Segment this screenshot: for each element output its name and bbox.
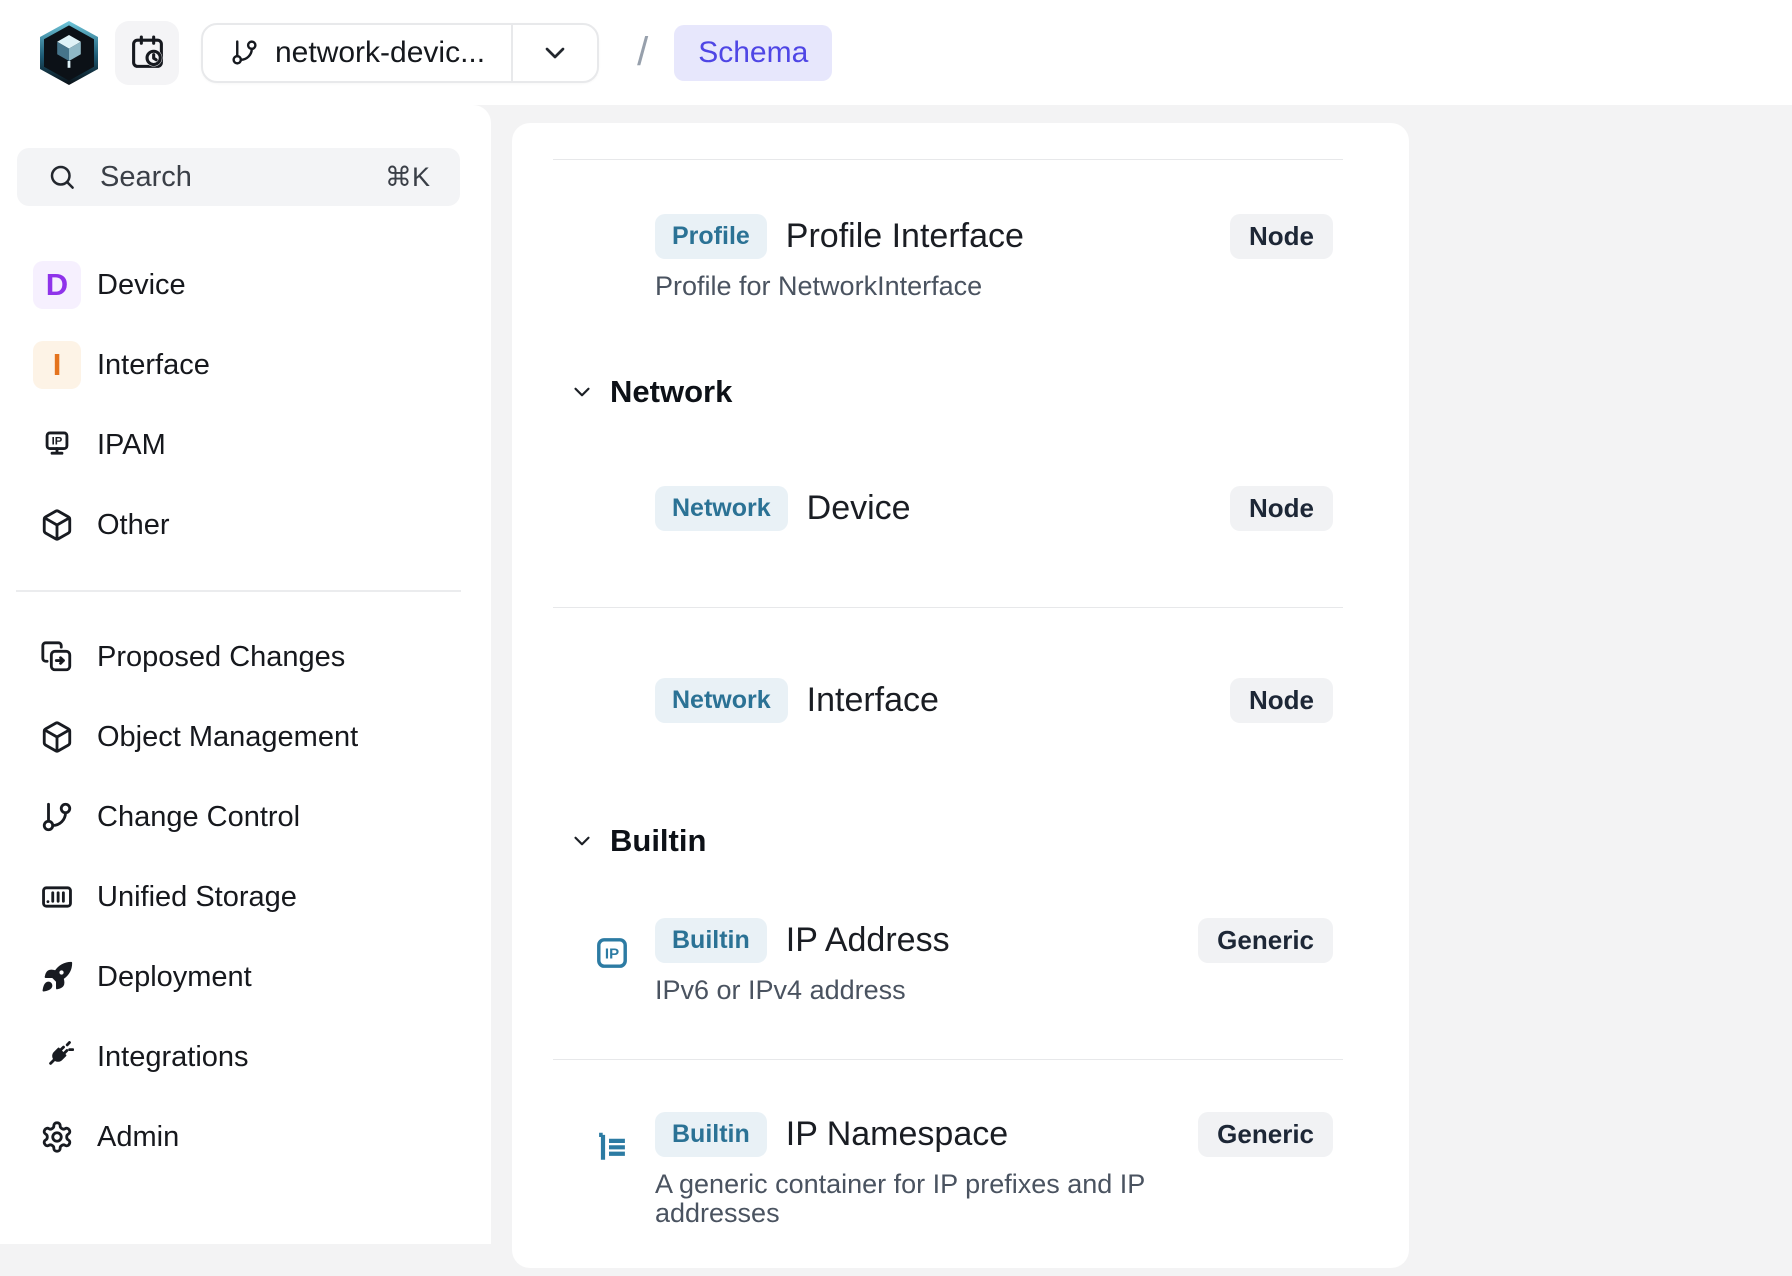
sidebar-item-label: Device — [97, 269, 186, 302]
section-label: Network — [610, 374, 732, 410]
sidebar-item-interface[interactable]: I Interface — [0, 325, 491, 405]
sidebar-item-integrations[interactable]: Integrations — [0, 1017, 491, 1097]
schema-item-title: Profile Interface — [786, 214, 1024, 259]
search-shortcut: ⌘K — [385, 162, 430, 193]
schema-panel: Profile Profile Interface Profile for Ne… — [512, 123, 1409, 1268]
rocket-icon — [40, 960, 74, 994]
sidebar-item-label: Integrations — [97, 1041, 249, 1074]
section-header-builtin[interactable]: Builtin — [553, 806, 1343, 876]
proposed-changes-icon — [40, 640, 74, 674]
section-header-network[interactable]: Network — [553, 357, 1343, 427]
sidebar-item-other[interactable]: Other — [0, 485, 491, 565]
breadcrumb-separator: / — [637, 30, 648, 75]
schema-item-network-device[interactable]: Network Device Node — [553, 427, 1343, 608]
schema-list: Profile Profile Interface Profile for Ne… — [512, 123, 1409, 1276]
ip-namespace-icon — [594, 1129, 630, 1165]
time-travel-button[interactable] — [115, 21, 179, 85]
sidebar-item-label: Interface — [97, 349, 210, 382]
sidebar-item-label: Admin — [97, 1121, 179, 1154]
namespace-badge: Builtin — [655, 1112, 767, 1157]
search-icon — [47, 162, 77, 192]
sidebar-item-ipam[interactable]: IPAM — [0, 405, 491, 485]
schema-item-ip-address[interactable]: Builtin IP Address IPv6 or IPv4 address … — [553, 876, 1343, 1060]
breadcrumb-schema[interactable]: Schema — [674, 25, 832, 81]
sidebar-item-admin[interactable]: Admin — [0, 1097, 491, 1177]
chevron-down-icon — [569, 379, 595, 405]
git-branch-icon — [230, 38, 259, 67]
schema-item-title: Interface — [807, 678, 939, 723]
sidebar-item-device[interactable]: D Device — [0, 245, 491, 325]
chevron-down-icon — [569, 828, 595, 854]
calendar-clock-icon — [129, 34, 166, 71]
cube-icon — [40, 720, 74, 754]
search-placeholder: Search — [100, 161, 192, 194]
schema-item-description: Profile for NetworkInterface — [655, 272, 1230, 301]
sidebar-item-label: Deployment — [97, 961, 252, 994]
storage-icon — [40, 880, 74, 914]
search-input[interactable]: Search ⌘K — [17, 148, 460, 206]
schema-item-title: IP Namespace — [786, 1112, 1008, 1157]
sidebar-item-label: Unified Storage — [97, 881, 297, 914]
schema-item-network-interface[interactable]: Network Interface Node — [553, 608, 1343, 763]
namespace-badge: Network — [655, 678, 788, 723]
ipam-icon — [40, 428, 74, 462]
kind-badge: Node — [1230, 678, 1333, 723]
branch-selector-expand[interactable] — [513, 37, 597, 69]
sidebar-item-label: Object Management — [97, 721, 358, 754]
kind-badge: Generic — [1198, 918, 1333, 963]
branch-selector[interactable]: network-devic... — [201, 23, 599, 83]
section-label: Builtin — [610, 823, 706, 859]
namespace-badge: Network — [655, 486, 788, 531]
interface-letter-badge: I — [33, 341, 81, 389]
sidebar-item-label: IPAM — [97, 429, 166, 462]
chevron-down-icon — [539, 37, 571, 69]
sidebar-item-unified-storage[interactable]: Unified Storage — [0, 857, 491, 937]
sidebar-nav: D Device I Interface IPAM Other Proposed… — [0, 245, 491, 1177]
kind-badge: Generic — [1198, 1112, 1333, 1157]
namespace-badge: Profile — [655, 214, 767, 259]
device-letter-badge: D — [33, 261, 81, 309]
namespace-badge: Builtin — [655, 918, 767, 963]
sidebar-item-label: Change Control — [97, 801, 300, 834]
sidebar-item-object-management[interactable]: Object Management — [0, 697, 491, 777]
sidebar-item-proposed-changes[interactable]: Proposed Changes — [0, 617, 491, 697]
cube-icon — [40, 508, 74, 542]
sidebar-item-label: Proposed Changes — [97, 641, 345, 674]
sidebar-item-deployment[interactable]: Deployment — [0, 937, 491, 1017]
git-branch-icon — [40, 800, 74, 834]
schema-item-profile-interface[interactable]: Profile Profile Interface Profile for Ne… — [553, 160, 1343, 339]
schema-item-description: A generic container for IP prefixes and … — [655, 1170, 1198, 1228]
plug-icon — [40, 1040, 74, 1074]
app-logo[interactable] — [40, 21, 98, 85]
sidebar-divider — [16, 590, 461, 592]
ip-square-icon — [594, 935, 630, 971]
kind-badge: Node — [1230, 486, 1333, 531]
partial-row-divider — [553, 123, 1343, 160]
top-header: network-devic... / Schema — [0, 0, 1792, 105]
schema-item-title: IP Address — [786, 918, 950, 963]
gear-icon — [40, 1120, 74, 1154]
sidebar-item-change-control[interactable]: Change Control — [0, 777, 491, 857]
branch-selector-value: network-devic... — [275, 36, 485, 70]
schema-item-title: Device — [807, 486, 911, 531]
sidebar-item-label: Other — [97, 509, 170, 542]
schema-item-description: IPv6 or IPv4 address — [655, 976, 1198, 1005]
kind-badge: Node — [1230, 214, 1333, 259]
sidebar: Search ⌘K D Device I Interface IPAM Othe… — [0, 105, 491, 1244]
